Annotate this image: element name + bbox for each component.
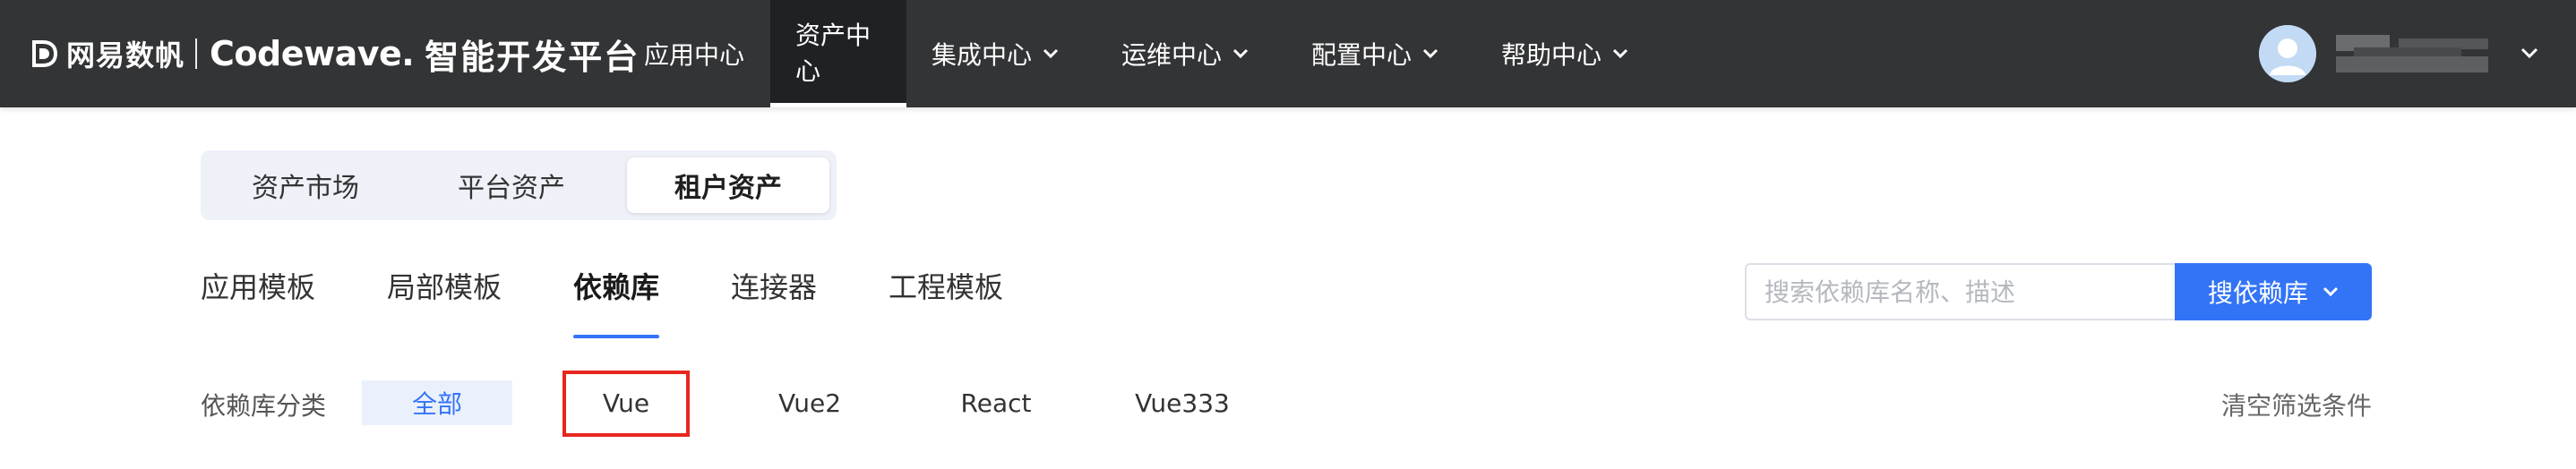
tab-label: 连接器 (731, 270, 818, 304)
top-navbar: 网易数帆 Codewave. 智能开发平台 应用中心 资产中心 集成中心 运维中… (0, 0, 2576, 107)
brand-logo[interactable]: 网易数帆 Codewave. 智能开发平台 (30, 30, 640, 77)
search-button-label: 搜依赖库 (2207, 278, 2308, 308)
tab-label: 局部模板 (387, 270, 502, 304)
platform-title: 智能开发平台 (425, 37, 640, 77)
user-menu[interactable] (2259, 25, 2538, 82)
user-name-redacted (2336, 31, 2497, 76)
tab-project-templates[interactable]: 工程模板 (889, 265, 1003, 319)
segment-tenant-assets[interactable]: 租户资产 (627, 158, 829, 213)
nav-item-label: 集成中心 (932, 40, 1033, 70)
chevron-down-icon (2520, 47, 2538, 59)
chevron-down-icon (1043, 48, 1059, 59)
filter-option-label: 全部 (411, 389, 462, 419)
avatar[interactable] (2259, 25, 2316, 82)
segment-asset-market[interactable]: 资产市场 (211, 158, 399, 213)
nav-item-label: 应用中心 (643, 40, 744, 70)
clear-filters-link[interactable]: 清空筛选条件 (2221, 387, 2372, 422)
filter-option-label: Vue (602, 388, 650, 418)
tab-partial-templates[interactable]: 局部模板 (387, 265, 502, 319)
segment-label: 资产市场 (252, 173, 359, 204)
logo-divider (195, 38, 198, 69)
main-nav: 应用中心 资产中心 集成中心 运维中心 配置中心 帮助中心 (618, 0, 1666, 107)
filter-option-label: React (960, 388, 1032, 418)
nav-item-app-center[interactable]: 应用中心 (618, 0, 770, 107)
filter-option-vue2[interactable]: Vue2 (749, 380, 871, 425)
tab-app-templates[interactable]: 应用模板 (201, 265, 315, 319)
netease-shufan-logo-icon (32, 40, 58, 67)
search-box (1745, 263, 2177, 320)
tab-label: 应用模板 (201, 270, 316, 304)
filter-option-react[interactable]: React (932, 380, 1060, 425)
tab-label: 工程模板 (889, 270, 1004, 304)
product-name: Codewave. (210, 34, 415, 73)
company-name: 网易数帆 (66, 38, 185, 72)
active-tab-underline (573, 335, 660, 338)
nav-item-asset-center[interactable]: 资产中心 (770, 0, 906, 107)
nav-item-config-center[interactable]: 配置中心 (1286, 0, 1476, 107)
segment-platform-assets[interactable]: 平台资产 (417, 158, 605, 213)
segment-label: 平台资产 (458, 173, 565, 204)
asset-scope-segment: 资产市场 平台资产 租户资产 (201, 150, 837, 220)
nav-item-integration-center[interactable]: 集成中心 (906, 0, 1096, 107)
filter-category-label: 依赖库分类 (201, 391, 327, 421)
nav-item-help-center[interactable]: 帮助中心 (1476, 0, 1666, 107)
chevron-down-icon (1612, 48, 1628, 59)
nav-item-label: 帮助中心 (1501, 40, 1602, 70)
tab-label: 依赖库 (573, 270, 660, 304)
filter-option-label: Vue333 (1135, 388, 1230, 418)
tab-connectors[interactable]: 连接器 (731, 265, 817, 319)
segment-label: 租户资产 (674, 173, 782, 204)
nav-item-label: 资产中心 (795, 20, 872, 86)
nav-item-label: 配置中心 (1311, 40, 1413, 70)
filter-option-label: Vue2 (777, 388, 842, 418)
chevron-down-icon (1232, 48, 1249, 59)
search-input[interactable] (1747, 265, 2177, 319)
filter-option-all[interactable]: 全部 (362, 380, 512, 425)
nav-item-label: 运维中心 (1121, 40, 1223, 70)
filter-option-vue[interactable]: Vue (564, 380, 688, 425)
tab-dependency-libraries[interactable]: 依赖库 (573, 265, 660, 338)
search-library-button[interactable]: 搜依赖库 (2175, 263, 2372, 320)
filter-option-vue333[interactable]: Vue333 (1120, 380, 1245, 425)
chevron-down-icon (2323, 286, 2339, 297)
nav-item-ops-center[interactable]: 运维中心 (1096, 0, 1286, 107)
chevron-down-icon (1422, 48, 1438, 59)
user-avatar-icon (2259, 25, 2316, 82)
